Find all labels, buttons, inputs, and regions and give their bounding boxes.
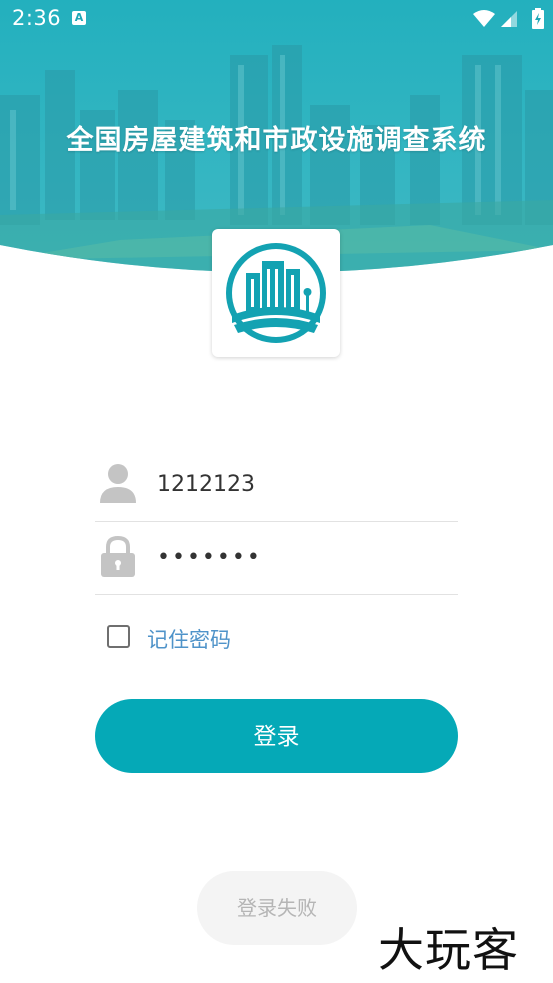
login-button[interactable]: 登录 bbox=[95, 699, 458, 773]
remember-checkbox[interactable] bbox=[107, 625, 130, 648]
user-icon bbox=[100, 464, 136, 503]
username-row bbox=[95, 448, 458, 522]
watermark-text: 大玩客 bbox=[378, 923, 519, 977]
remember-label[interactable]: 记住密码 bbox=[147, 624, 231, 654]
password-input[interactable] bbox=[157, 539, 447, 575]
wifi-icon bbox=[473, 10, 495, 27]
status-time: 2:36 bbox=[12, 6, 62, 30]
username-input[interactable] bbox=[157, 466, 447, 502]
app-logo-card bbox=[212, 229, 340, 357]
notification-a-icon: A bbox=[72, 11, 86, 25]
building-logo-icon bbox=[226, 243, 326, 343]
password-row bbox=[95, 521, 458, 595]
login-failed-toast: 登录失败 bbox=[197, 871, 357, 945]
app-title: 全国房屋建筑和市政设施调查系统 bbox=[66, 125, 487, 156]
status-bar: 2:36 A bbox=[0, 0, 553, 38]
battery-icon bbox=[532, 8, 544, 29]
signal-icon bbox=[501, 11, 517, 27]
lock-icon bbox=[101, 536, 135, 577]
